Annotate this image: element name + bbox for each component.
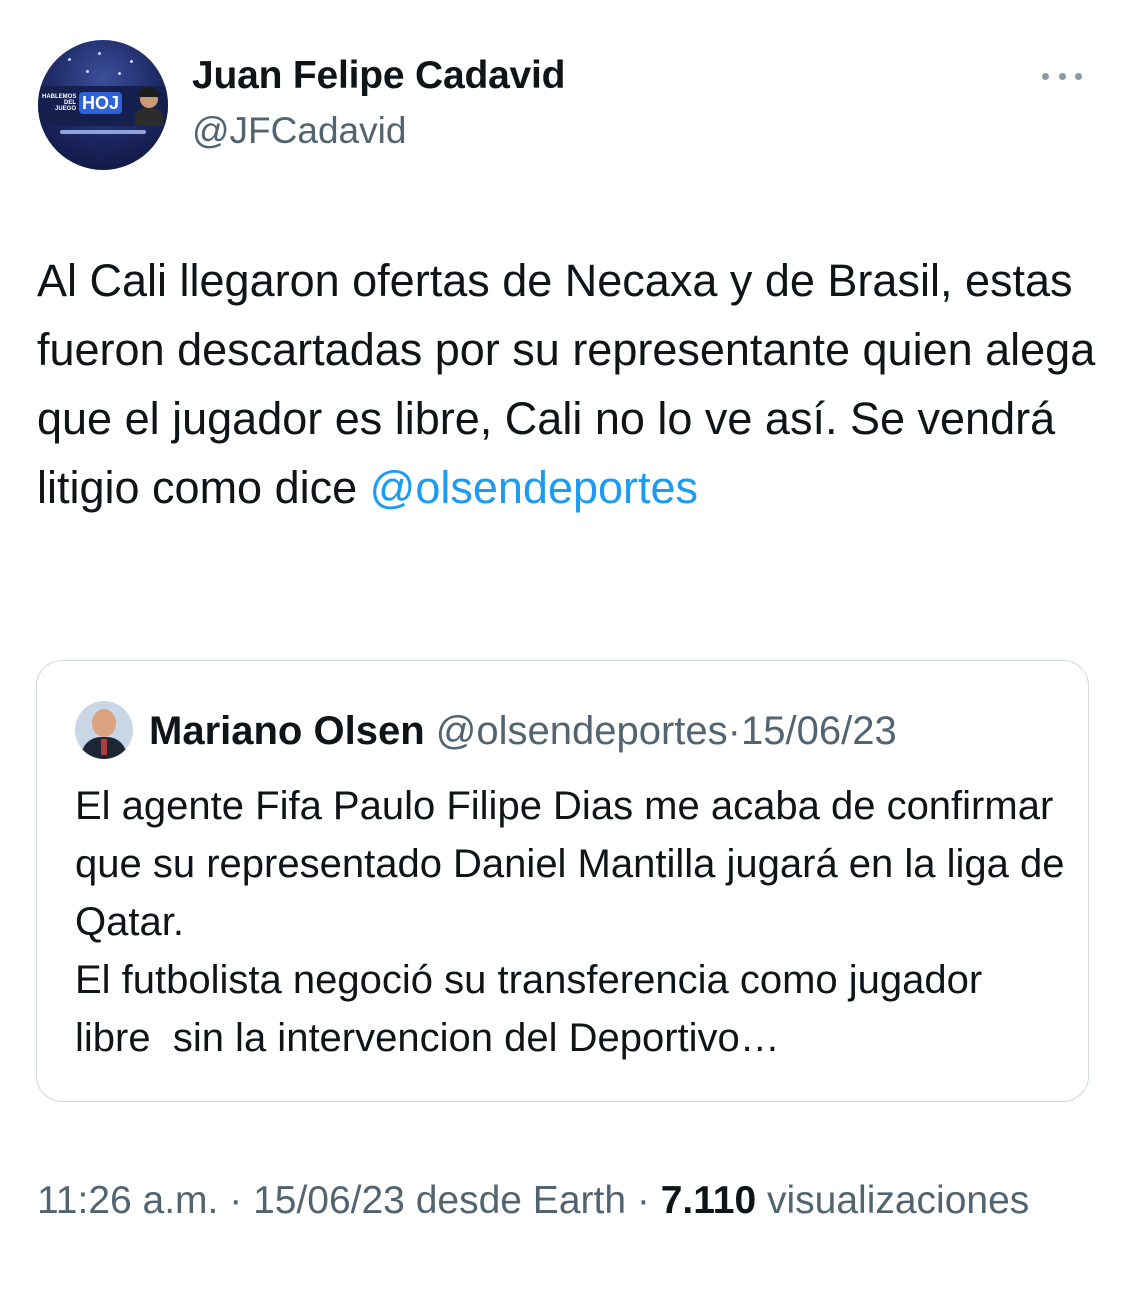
tweet-meta: 11:26 a.m. · 15/06/23 desde Earth · 7.11… (37, 1173, 1077, 1229)
avatar-logo-big-text: HOJ (79, 92, 123, 114)
meta-separator: · (218, 1179, 254, 1222)
more-dot (1075, 72, 1082, 80)
quoted-author-handle[interactable]: @olsendeportes (436, 709, 728, 753)
quoted-tweet-card[interactable]: Mariano Olsen @olsendeportes·15/06/23 El… (36, 660, 1089, 1102)
more-horizontal-icon[interactable] (1036, 58, 1088, 94)
quoted-author-avatar[interactable] (75, 701, 133, 759)
avatar-logo-small-text: HABLEMOS DEL JUEGO (42, 94, 77, 112)
tweet-date[interactable]: 15/06/23 (253, 1179, 405, 1222)
avatar-logo: HABLEMOS DEL JUEGO HOJ (42, 90, 134, 116)
more-dot (1058, 72, 1066, 80)
more-dot (1042, 72, 1049, 80)
tweet-mention-link[interactable]: @olsendeportes (370, 462, 698, 513)
quoted-author-name[interactable]: Mariano Olsen (149, 709, 425, 753)
author-handle[interactable]: @JFCadavid (192, 110, 406, 152)
meta-separator: · (626, 1179, 661, 1222)
author-avatar[interactable]: HABLEMOS DEL JUEGO HOJ (38, 40, 168, 170)
quoted-tweet-header: Mariano Olsen @olsendeportes·15/06/23 (149, 705, 897, 757)
tweet-source: desde Earth (404, 1179, 627, 1222)
avatar-person (134, 86, 164, 126)
author-display-name[interactable]: Juan Felipe Cadavid (192, 54, 566, 98)
quoted-tweet-date[interactable]: 15/06/23 (741, 709, 897, 753)
quoted-header-separator: · (727, 709, 741, 753)
tweet-text: Al Cali llegaron ofertas de Necaxa y de … (37, 246, 1097, 522)
tweet-page: HABLEMOS DEL JUEGO HOJ Juan Felipe Cadav… (0, 0, 1125, 1302)
views-count: 7.110 (660, 1179, 757, 1222)
tweet-time[interactable]: 11:26 a.m. (37, 1179, 218, 1222)
avatar-subline (60, 130, 146, 134)
views-label: visualizaciones (756, 1179, 1030, 1222)
quoted-tweet-text: El agente Fifa Paulo Filipe Dias me acab… (75, 784, 1065, 1060)
